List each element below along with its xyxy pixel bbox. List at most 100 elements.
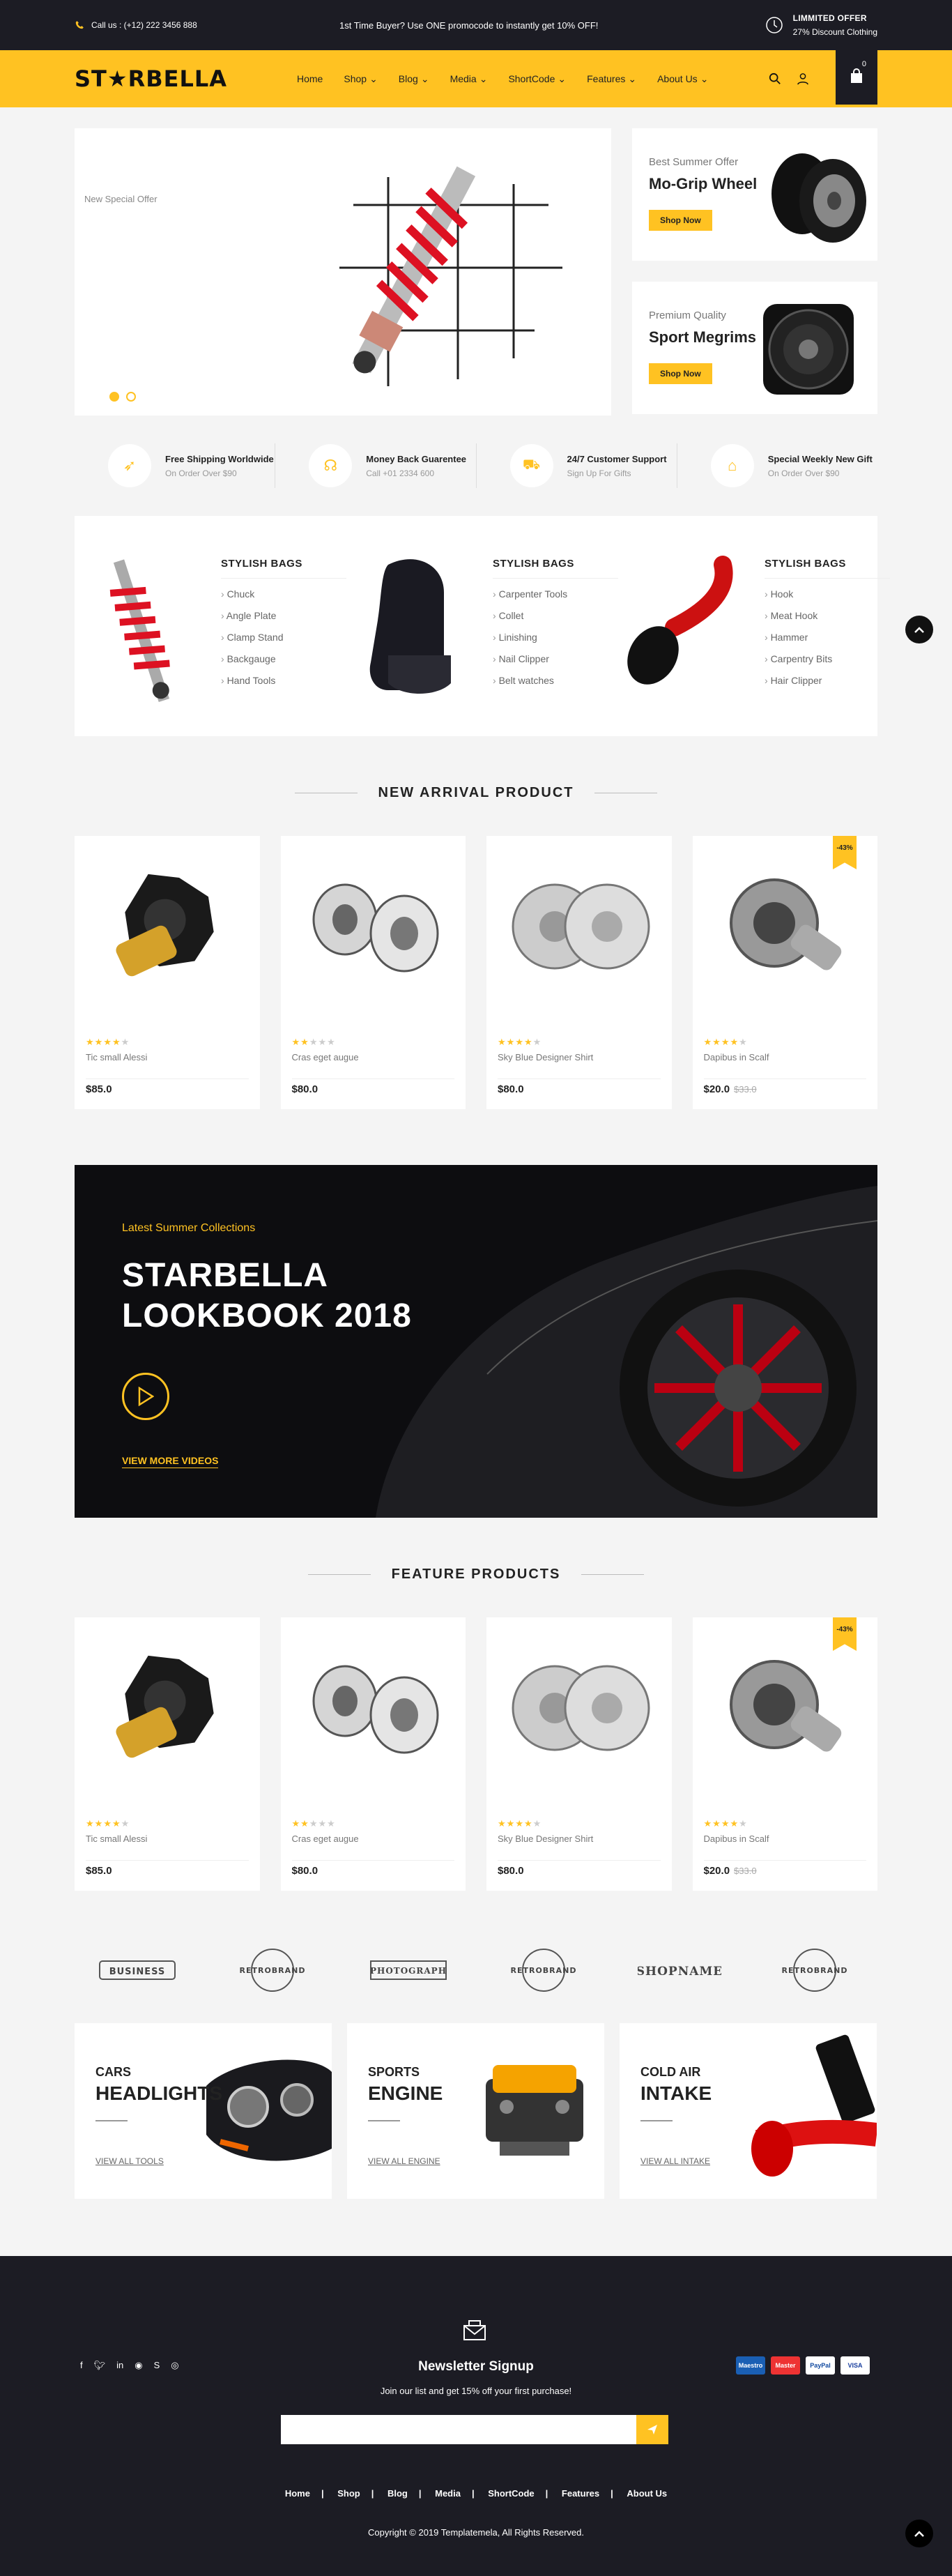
category-link[interactable]: Carpenter Tools bbox=[493, 588, 618, 600]
price-current: $20.0 bbox=[703, 1083, 730, 1095]
chevron-down-icon: ⌄ bbox=[420, 73, 429, 84]
category-link[interactable]: Backgauge bbox=[221, 653, 346, 664]
shopping-bag-icon bbox=[851, 68, 862, 83]
speaker-banner[interactable]: Premium Quality Sport Megrims Shop Now bbox=[632, 282, 877, 414]
brand-logo[interactable]: RETROBRAND bbox=[773, 1946, 857, 1997]
badge-icon: RETROBRAND bbox=[511, 1948, 576, 1992]
category-link[interactable]: Hook bbox=[765, 588, 890, 600]
category-link[interactable]: Chuck bbox=[221, 588, 346, 600]
product-card[interactable]: ★★★★★ Sky Blue Designer Shirt $80.0 bbox=[486, 836, 672, 1109]
footer-link[interactable]: About Us bbox=[627, 2488, 667, 2499]
call-info: Call us : (+12) 222 3456 888 bbox=[75, 20, 197, 30]
category-link[interactable]: Clamp Stand bbox=[221, 632, 346, 643]
category-title[interactable]: STYLISH BAGS bbox=[493, 558, 618, 579]
product-image[interactable] bbox=[281, 836, 466, 1017]
product-card[interactable]: -43% ★★★★★ Dapibus in Scalf $20.0 $33.0 bbox=[692, 836, 878, 1109]
brand-logo[interactable]: SHOPNAME bbox=[636, 1946, 721, 1997]
nav-about[interactable]: About Us ⌄ bbox=[657, 73, 708, 85]
play-button[interactable] bbox=[122, 1373, 169, 1420]
product-card[interactable]: ★★★★★ Cras eget augue $80.0 bbox=[280, 836, 466, 1109]
category-link[interactable]: Hand Tools bbox=[221, 675, 346, 686]
category-link[interactable]: Hammer bbox=[765, 632, 890, 643]
slider-dot-1[interactable] bbox=[109, 392, 119, 402]
footer-link[interactable]: ShortCode bbox=[488, 2488, 534, 2499]
product-name[interactable]: Sky Blue Designer Shirt bbox=[498, 1052, 672, 1062]
product-image[interactable] bbox=[75, 836, 260, 1017]
category-link[interactable]: Collet bbox=[493, 610, 618, 621]
scroll-top-button[interactable] bbox=[905, 616, 933, 643]
product-card[interactable]: ★★★★★ Cras eget augue $80.0 bbox=[280, 1617, 466, 1891]
footer-link[interactable]: Home bbox=[285, 2488, 310, 2499]
product-card[interactable]: ★★★★★ Sky Blue Designer Shirt $80.0 bbox=[486, 1617, 672, 1891]
speaker-image bbox=[763, 304, 854, 395]
category-title[interactable]: STYLISH BAGS bbox=[221, 558, 346, 579]
brand-logo[interactable]: PHOTOGRAPH bbox=[367, 1946, 450, 1997]
brand-logo[interactable]: BUSINESS bbox=[95, 1946, 179, 1997]
footer: f 🐦︎ in ◉ S ◎ Newsletter Signup Join our… bbox=[0, 2256, 952, 2576]
product-name[interactable]: Cras eget augue bbox=[292, 1834, 466, 1844]
main-slider[interactable]: New Special Offer bbox=[75, 128, 611, 416]
product-card[interactable]: ★★★★★ Tic small Alessi $85.0 bbox=[75, 1617, 260, 1891]
price-old: $33.0 bbox=[734, 1084, 757, 1095]
product-name[interactable]: Sky Blue Designer Shirt bbox=[498, 1834, 672, 1844]
main-header: ST★RBELLA Home Shop ⌄ Blog ⌄ Media ⌄ ShortC… bbox=[0, 47, 952, 107]
shop-now-button[interactable]: Shop Now bbox=[649, 363, 712, 384]
product-card[interactable]: -43% ★★★★★ Dapibus in Scalf $20.0 $33.0 bbox=[692, 1617, 878, 1891]
category-link[interactable]: Meat Hook bbox=[765, 610, 890, 621]
product-image[interactable] bbox=[486, 836, 672, 1017]
product-card[interactable]: ★★★★★ Tic small Alessi $85.0 bbox=[75, 836, 260, 1109]
truck-icon: ⛟ bbox=[522, 457, 541, 473]
paypal-icon: PayPal bbox=[806, 2356, 835, 2375]
nav-shortcode[interactable]: ShortCode ⌄ bbox=[508, 73, 566, 85]
category-link[interactable]: Nail Clipper bbox=[493, 653, 618, 664]
scroll-top-button[interactable] bbox=[905, 2520, 933, 2547]
shop-now-button[interactable]: Shop Now bbox=[649, 210, 712, 231]
price-current: $20.0 bbox=[703, 1865, 730, 1877]
svg-text:BUSINESS: BUSINESS bbox=[109, 1967, 166, 1977]
wheel-banner[interactable]: Best Summer Offer Mo-Grip Wheel Shop Now bbox=[632, 128, 877, 261]
product-name[interactable]: Tic small Alessi bbox=[86, 1834, 260, 1844]
nav-media[interactable]: Media ⌄ bbox=[450, 73, 488, 85]
product-image[interactable] bbox=[281, 1617, 466, 1799]
product-name[interactable]: Dapibus in Scalf bbox=[704, 1834, 878, 1844]
product-name[interactable]: Dapibus in Scalf bbox=[704, 1052, 878, 1062]
product-name[interactable]: Cras eget augue bbox=[292, 1052, 466, 1062]
product-image[interactable] bbox=[486, 1617, 672, 1799]
cart-button[interactable]: 0 bbox=[836, 47, 877, 105]
promo-engine[interactable]: SPORTS ENGINE VIEW ALL ENGINE bbox=[347, 2023, 604, 2199]
product-image[interactable] bbox=[75, 1617, 260, 1799]
nav-label: Shop bbox=[344, 73, 367, 84]
product-rating: ★★★★★ bbox=[498, 1037, 672, 1048]
category-title[interactable]: STYLISH BAGS bbox=[765, 558, 890, 579]
footer-link[interactable]: Shop bbox=[337, 2488, 360, 2499]
nav-features[interactable]: Features ⌄ bbox=[587, 73, 636, 85]
nav-blog[interactable]: Blog ⌄ bbox=[399, 73, 429, 85]
promo-headlights[interactable]: CARS HEADLIGHTS VIEW ALL TOOLS bbox=[75, 2023, 332, 2199]
nav-home[interactable]: Home bbox=[297, 73, 323, 85]
search-icon[interactable] bbox=[769, 73, 781, 85]
footer-link[interactable]: Blog bbox=[387, 2488, 408, 2499]
brand-logo[interactable]: RETROBRAND bbox=[502, 1946, 585, 1997]
brand-logo[interactable]: RETROBRAND bbox=[231, 1946, 314, 1997]
footer-link[interactable]: Media bbox=[435, 2488, 461, 2499]
category-link[interactable]: Hair Clipper bbox=[765, 675, 890, 686]
newsletter-submit-button[interactable] bbox=[636, 2415, 668, 2444]
category-link[interactable]: Linishing bbox=[493, 632, 618, 643]
newsletter-email-input[interactable] bbox=[281, 2415, 636, 2444]
category-link[interactable]: Carpentry Bits bbox=[765, 653, 890, 664]
star-icon: ★ bbox=[86, 1818, 95, 1829]
slider-dot-2[interactable] bbox=[126, 392, 136, 402]
view-more-videos-link[interactable]: VIEW MORE VIDEOS bbox=[122, 1455, 219, 1468]
rocket-icon: ➶ bbox=[123, 457, 137, 474]
star-icon: ★ bbox=[103, 1818, 112, 1829]
copyright: Copyright © 2019 Templatemela, All Right… bbox=[368, 2527, 584, 2538]
nav-shop[interactable]: Shop ⌄ bbox=[344, 73, 377, 85]
star-icon: ★ bbox=[318, 1818, 328, 1829]
user-icon[interactable] bbox=[797, 73, 809, 85]
logo[interactable]: ST★RBELLA bbox=[75, 66, 227, 92]
category-link[interactable]: Belt watches bbox=[493, 675, 618, 686]
category-link[interactable]: Angle Plate bbox=[221, 610, 346, 621]
footer-link[interactable]: Features bbox=[562, 2488, 599, 2499]
product-name[interactable]: Tic small Alessi bbox=[86, 1052, 260, 1062]
promo-intake[interactable]: COLD AIR INTAKE VIEW ALL INTAKE bbox=[620, 2023, 877, 2199]
